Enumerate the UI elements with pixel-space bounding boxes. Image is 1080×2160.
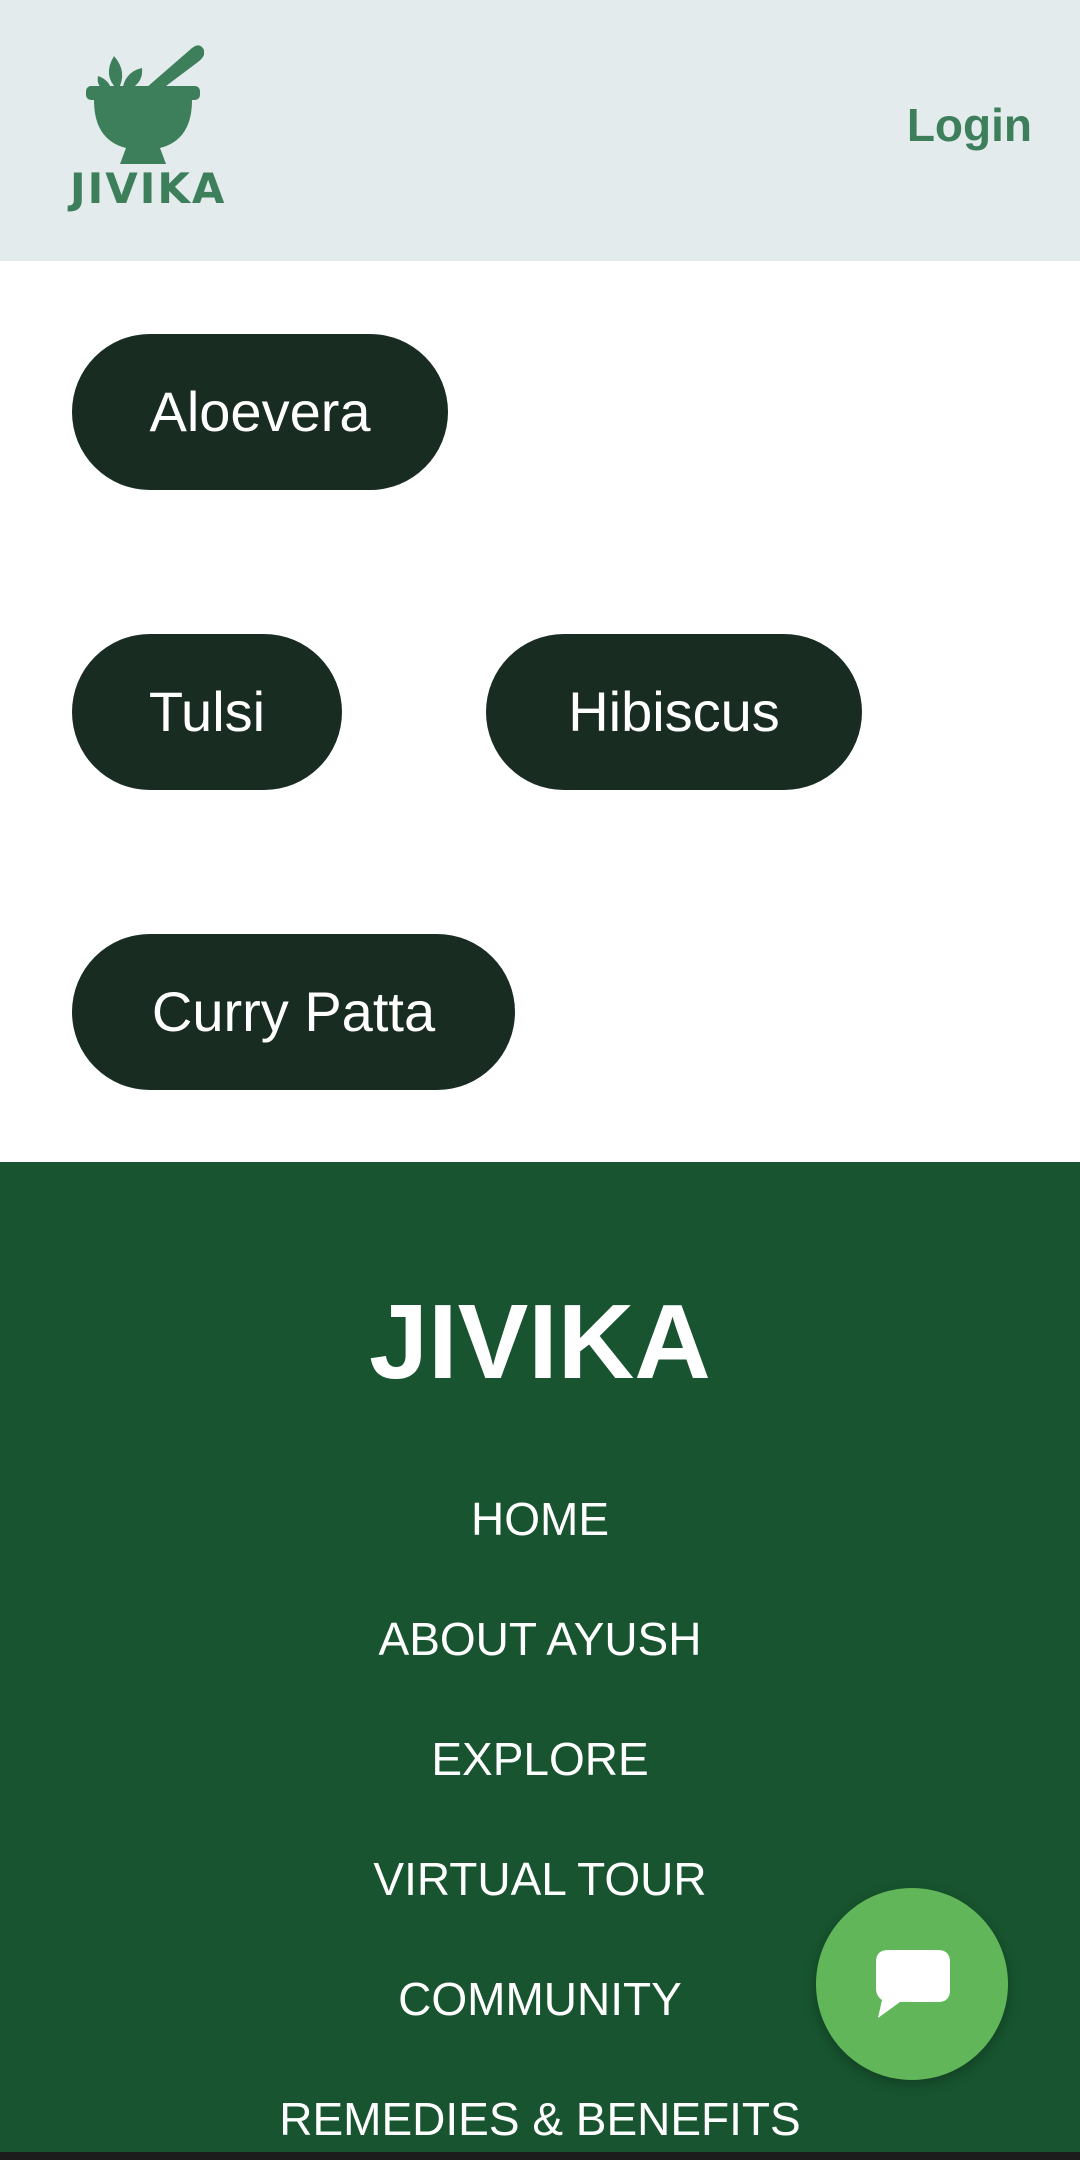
footer-link-remedies-benefits[interactable]: REMEDIES & BENEFITS bbox=[0, 2092, 1080, 2146]
page: JIVIKA Login Aloevera Tulsi Hibiscus Cur… bbox=[0, 0, 1080, 2160]
header: JIVIKA Login bbox=[0, 0, 1080, 261]
footer-link-home[interactable]: HOME bbox=[0, 1492, 1080, 1546]
chip-tulsi[interactable]: Tulsi bbox=[72, 634, 342, 790]
logo-text: JIVIKA bbox=[70, 164, 227, 213]
chip-aloevera[interactable]: Aloevera bbox=[72, 334, 448, 490]
logo[interactable]: JIVIKA bbox=[70, 36, 227, 216]
footer-link-about-ayush[interactable]: ABOUT AYUSH bbox=[0, 1612, 1080, 1666]
mortar-pestle-icon bbox=[86, 45, 204, 164]
footer-link-explore[interactable]: EXPLORE bbox=[0, 1732, 1080, 1786]
login-link[interactable]: Login bbox=[907, 98, 1032, 152]
footer-brand: JIVIKA bbox=[369, 1283, 711, 1401]
chat-bubble-icon bbox=[876, 1950, 950, 2018]
chat-button[interactable] bbox=[816, 1888, 1008, 2080]
system-bottom-bar bbox=[0, 2152, 1080, 2160]
chip-hibiscus[interactable]: Hibiscus bbox=[486, 634, 862, 790]
chip-curry-patta[interactable]: Curry Patta bbox=[72, 934, 515, 1090]
